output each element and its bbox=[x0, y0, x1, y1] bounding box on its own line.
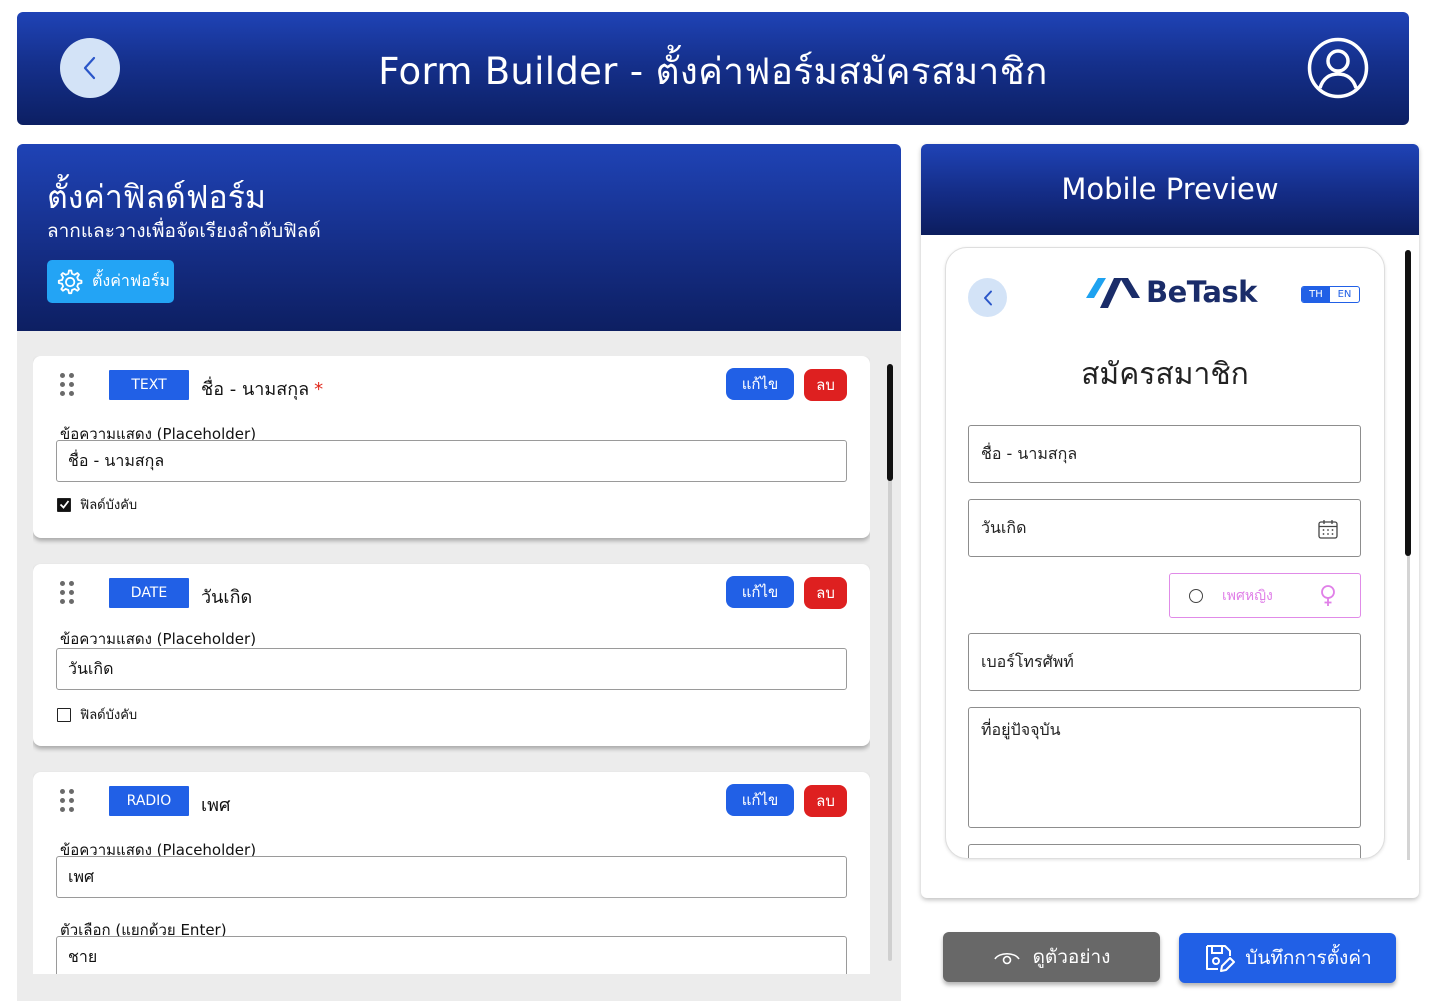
field-card-gender[interactable]: RADIO เพศ แก้ไข ลบ ข้อความแสดง (Placehol… bbox=[33, 772, 870, 974]
form-field-settings-panel: ตั้งค่าฟิลด์ฟอร์ม ลากและวางเพื่อจัดเรียง… bbox=[17, 144, 901, 1001]
left-scrollbar-thumb[interactable] bbox=[887, 364, 893, 481]
required-checkbox[interactable]: ฟิลด์บังคับ bbox=[57, 704, 137, 725]
field-type-tag: TEXT bbox=[109, 370, 189, 400]
preview-gender-radio[interactable]: เพศหญิง bbox=[1169, 573, 1361, 618]
save-button-label: บันทึกการตั้งค่า bbox=[1245, 947, 1372, 969]
field-label: เพศ bbox=[201, 795, 231, 816]
field-list: TEXT ชื่อ - นามสกุล * แก้ไข ลบ ข้อความแสด… bbox=[33, 356, 870, 974]
save-edit-icon bbox=[1206, 945, 1236, 972]
preview-scrollbar-thumb[interactable] bbox=[1405, 250, 1411, 556]
female-icon bbox=[1321, 585, 1335, 606]
preview-form-title: สมัครสมาชิก bbox=[1081, 357, 1249, 392]
field-label: วันเกิด bbox=[201, 587, 253, 608]
preview-back-button[interactable] bbox=[968, 278, 1007, 317]
preview-phone-input[interactable]: เบอร์โทรศัพท์ bbox=[968, 633, 1361, 691]
form-settings-label: ตั้งค่าฟอร์ม bbox=[92, 271, 170, 290]
preview-title: Mobile Preview bbox=[1061, 172, 1279, 206]
required-marker: * bbox=[314, 379, 324, 400]
preview-next-input[interactable] bbox=[968, 844, 1361, 858]
preview-button[interactable]: ดูตัวอย่าง bbox=[943, 932, 1160, 982]
preview-birthday-placeholder: วันเกิด bbox=[981, 517, 1027, 537]
field-type-tag: DATE bbox=[109, 578, 189, 608]
delete-field-button[interactable]: ลบ bbox=[804, 577, 847, 609]
placeholder-input[interactable] bbox=[56, 648, 847, 690]
calendar-icon[interactable] bbox=[1317, 518, 1339, 540]
drag-handle-icon[interactable] bbox=[60, 373, 76, 397]
drag-handle-icon[interactable] bbox=[60, 581, 76, 605]
chevron-left-icon bbox=[983, 290, 992, 305]
gear-icon bbox=[57, 269, 83, 294]
lang-th-option[interactable]: TH bbox=[1302, 287, 1330, 302]
options-input[interactable] bbox=[56, 936, 847, 974]
edit-field-button[interactable]: แก้ไข bbox=[726, 784, 794, 816]
mobile-preview-panel: Mobile Preview BeTask TH EN สมัครสมาชิก … bbox=[921, 144, 1419, 898]
preview-address-textarea[interactable]: ที่อยู่ปัจจุบัน bbox=[968, 707, 1361, 828]
left-panel-header: ตั้งค่าฟิลด์ฟอร์ม ลากและวางเพื่อจัดเรียง… bbox=[17, 144, 901, 331]
page-title: Form Builder - ตั้งค่าฟอร์มสมัครสมาชิก bbox=[378, 50, 1048, 93]
required-checkbox[interactable]: ฟิลด์บังคับ bbox=[57, 494, 137, 515]
preview-name-input[interactable]: ชื่อ - นามสกุล bbox=[968, 425, 1361, 483]
preview-name-placeholder: ชื่อ - นามสกุล bbox=[981, 443, 1078, 463]
eye-icon bbox=[993, 952, 1020, 965]
form-settings-button[interactable]: ตั้งค่าฟอร์ม bbox=[47, 260, 174, 303]
left-panel-subtitle: ลากและวางเพื่อจัดเรียงลำดับฟิลด์ bbox=[47, 220, 321, 242]
top-header: Form Builder - ตั้งค่าฟอร์มสมัครสมาชิก bbox=[17, 12, 1409, 125]
phone-frame: BeTask TH EN สมัครสมาชิก ชื่อ - นามสกุล … bbox=[945, 247, 1385, 859]
user-circle-icon[interactable] bbox=[1307, 37, 1369, 99]
field-card-birthday[interactable]: DATE วันเกิด แก้ไข ลบ ข้อความแสดง (Place… bbox=[33, 564, 870, 746]
checkbox-checked-icon[interactable] bbox=[57, 497, 71, 512]
preview-address-placeholder: ที่อยู่ปัจจุบัน bbox=[981, 720, 1061, 739]
delete-field-button[interactable]: ลบ bbox=[804, 785, 847, 817]
preview-button-label: ดูตัวอย่าง bbox=[1032, 946, 1111, 968]
placeholder-input[interactable] bbox=[56, 440, 847, 482]
edit-field-button[interactable]: แก้ไข bbox=[726, 368, 794, 400]
brand-logo: BeTask bbox=[1084, 272, 1257, 312]
preview-phone-placeholder: เบอร์โทรศัพท์ bbox=[981, 651, 1074, 671]
required-checkbox-label: ฟิลด์บังคับ bbox=[80, 498, 138, 513]
drag-handle-icon[interactable] bbox=[60, 789, 76, 813]
preview-header: Mobile Preview bbox=[921, 144, 1419, 235]
placeholder-input[interactable] bbox=[56, 856, 847, 898]
delete-field-button[interactable]: ลบ bbox=[804, 369, 847, 401]
edit-field-button[interactable]: แก้ไข bbox=[726, 576, 794, 608]
required-checkbox-label: ฟิลด์บังคับ bbox=[80, 708, 138, 723]
brand-name: BeTask bbox=[1146, 275, 1257, 309]
save-settings-button[interactable]: บันทึกการตั้งค่า bbox=[1179, 933, 1396, 983]
field-type-tag: RADIO bbox=[109, 786, 189, 816]
lang-en-option[interactable]: EN bbox=[1330, 287, 1359, 302]
preview-birthday-input[interactable]: วันเกิด bbox=[968, 499, 1361, 557]
betask-logo-icon bbox=[1086, 278, 1140, 308]
field-card-name[interactable]: TEXT ชื่อ - นามสกุล * แก้ไข ลบ ข้อความแสด… bbox=[33, 356, 870, 538]
checkbox-unchecked-icon[interactable] bbox=[57, 707, 71, 722]
language-toggle[interactable]: TH EN bbox=[1301, 286, 1360, 303]
radio-button[interactable] bbox=[1189, 588, 1203, 603]
gender-option-label: เพศหญิง bbox=[1222, 587, 1273, 604]
field-label: ชื่อ - นามสกุล * bbox=[201, 379, 324, 400]
